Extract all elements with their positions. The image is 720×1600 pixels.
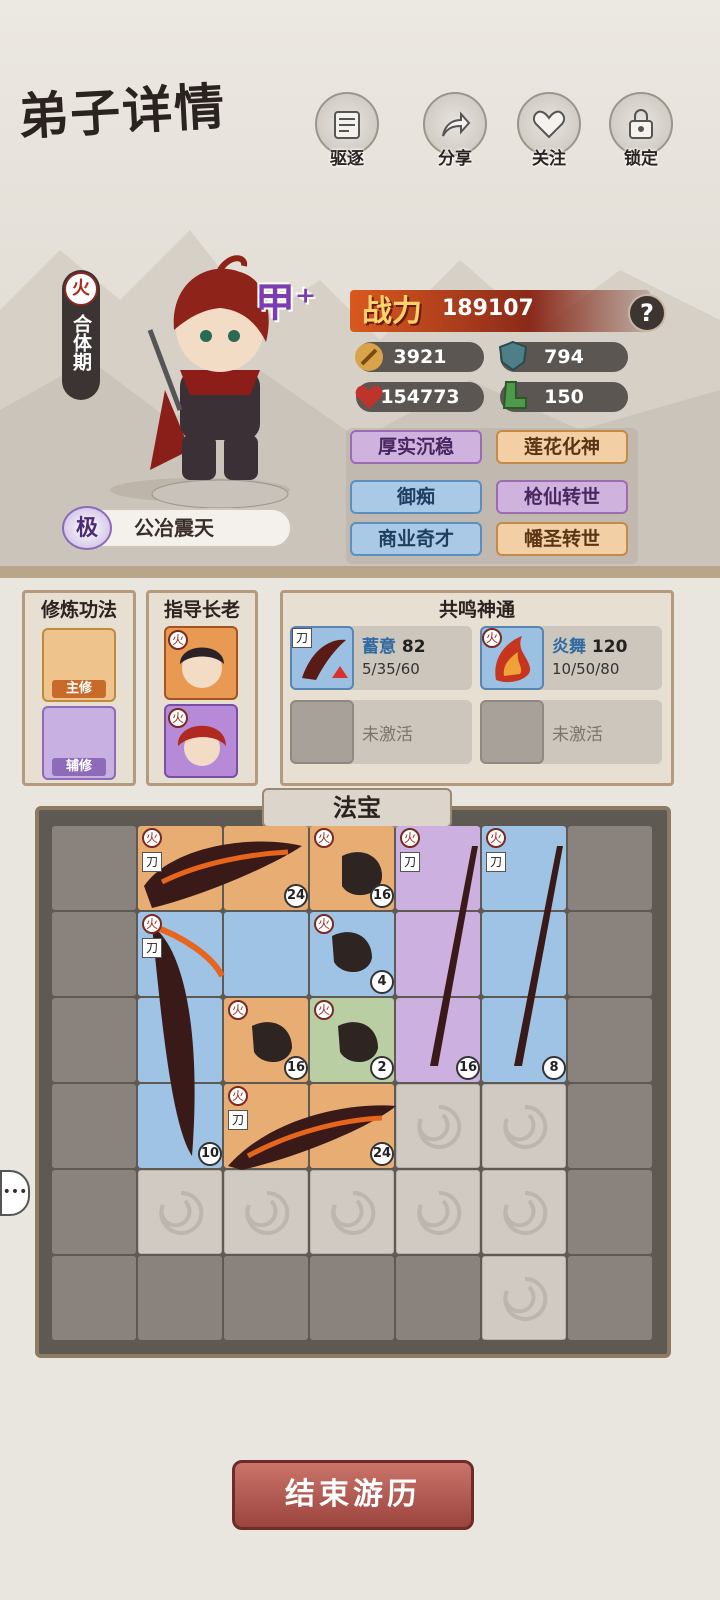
blade-type-icon: 刀	[228, 1110, 248, 1130]
fire-element-icon: 火	[168, 708, 188, 728]
resonance-title: 共鸣神通	[438, 599, 515, 621]
mentor-title: 指导长老	[163, 599, 240, 621]
resonance-slot[interactable]: 火 炎舞 120 10/50/80	[480, 626, 662, 690]
resonance-slot-inactive[interactable]: 未激活	[290, 700, 472, 764]
item-count-badge: 4	[370, 970, 394, 994]
lock-button[interactable]: 锁定	[604, 92, 678, 182]
scroll-icon	[334, 111, 360, 139]
blade-type-icon: 刀	[400, 852, 420, 872]
item-count-badge: 16	[370, 884, 394, 908]
heart-hp-icon	[355, 385, 383, 409]
item-count-badge: 24	[370, 1142, 394, 1166]
fire-element-icon: 火	[314, 828, 334, 848]
rank-badge: 极	[62, 506, 112, 550]
item-count-badge: 16	[456, 1056, 480, 1080]
fire-element-icon: 火	[314, 914, 334, 934]
mentor-slot-1[interactable]: 火	[164, 626, 238, 700]
flame-spear-treasure	[430, 846, 563, 1066]
mentor-slot-2[interactable]: 火	[164, 704, 238, 778]
resonance-slot-inactive[interactable]: 未激活	[480, 700, 662, 764]
empty-skill-icon	[480, 700, 544, 764]
help-button[interactable]: ?	[628, 294, 666, 332]
share-icon	[442, 111, 471, 137]
lava-stone-treasure	[252, 852, 382, 1063]
inactive-label: 未激活	[552, 725, 603, 745]
shield-icon	[498, 340, 528, 372]
fire-element-icon: 火	[228, 1000, 248, 1020]
fire-element-icon: 火	[228, 1086, 248, 1106]
trait-tag[interactable]: 商业奇才	[350, 522, 482, 556]
realm-tag: 火 合体期	[62, 270, 100, 400]
resonance-progress: 5/35/60	[362, 660, 420, 678]
trait-tag[interactable]: 御痴	[350, 480, 482, 514]
combat-power-label: 战力	[362, 294, 422, 329]
boot-icon	[502, 381, 527, 409]
sword-icon	[355, 343, 383, 371]
trait-tag[interactable]: 枪仙转世	[496, 480, 628, 514]
blade-type-icon: 刀	[486, 852, 506, 872]
item-count-badge: 2	[370, 1056, 394, 1080]
combat-power-value: 189107	[442, 296, 534, 321]
lock-label: 锁定	[624, 149, 658, 169]
resonance-name: 蓄意	[362, 637, 396, 657]
empty-skill-icon	[290, 700, 354, 764]
fire-element-icon: 火	[400, 828, 420, 848]
resonance-level: 82	[401, 637, 426, 657]
share-label: 分享	[438, 149, 472, 169]
fire-element-icon: 火	[168, 630, 188, 650]
flame-skill-icon: 火	[480, 626, 544, 690]
resonance-name: 炎舞	[552, 637, 586, 657]
trait-tag[interactable]: 厚实沉稳	[350, 430, 482, 464]
resonance-level: 120	[591, 637, 628, 657]
treasure-items	[144, 841, 563, 1170]
lock-icon	[629, 109, 653, 139]
section-divider	[0, 566, 720, 578]
fire-element-icon: 火	[142, 828, 162, 848]
follow-label: 关注	[532, 149, 566, 169]
treasure-title: 法宝	[262, 788, 452, 828]
resonance-progress: 10/50/80	[552, 660, 620, 678]
trait-tag[interactable]: 莲花化神	[496, 430, 628, 464]
main-technique-label: 主修	[52, 680, 106, 698]
blade-type-icon: 刀	[142, 938, 162, 958]
fire-element-icon: 火	[64, 272, 98, 306]
fire-element-icon: 火	[142, 914, 162, 934]
expel-button[interactable]: 驱逐	[310, 92, 384, 182]
fire-blade-treasure	[144, 841, 302, 908]
blade-skill-icon: 刀	[290, 626, 354, 690]
fire-element-icon: 火	[486, 828, 506, 848]
item-count-badge: 24	[284, 884, 308, 908]
page-title: 弟子详情	[16, 76, 228, 147]
heart-icon	[532, 110, 566, 139]
item-count-badge: 8	[542, 1056, 566, 1080]
main-technique-slot[interactable]: 主修	[42, 628, 116, 702]
cultivation-title: 修炼功法	[40, 599, 117, 621]
expel-label: 驱逐	[330, 149, 364, 169]
grade-badge: 甲⁺	[255, 279, 317, 326]
item-count-badge: 10	[198, 1142, 222, 1166]
inactive-label: 未激活	[362, 725, 413, 745]
item-count-badge: 16	[284, 1056, 308, 1080]
resonance-slot[interactable]: 刀 蓄意 82 5/35/60	[290, 626, 472, 690]
blade-type-icon: 刀	[142, 852, 162, 872]
follow-button[interactable]: 关注	[512, 92, 586, 182]
aux-technique-label: 辅修	[52, 758, 106, 776]
fire-element-icon: 火	[314, 1000, 334, 1020]
end-travel-button[interactable]: 结束游历	[232, 1460, 474, 1530]
flame-glaive-treasure	[151, 923, 225, 1156]
realm-label: 合体期	[70, 314, 92, 371]
trait-tag[interactable]: 幡圣转世	[496, 522, 628, 556]
share-button[interactable]: 分享	[418, 92, 492, 182]
aux-technique-slot[interactable]: 辅修	[42, 706, 116, 780]
